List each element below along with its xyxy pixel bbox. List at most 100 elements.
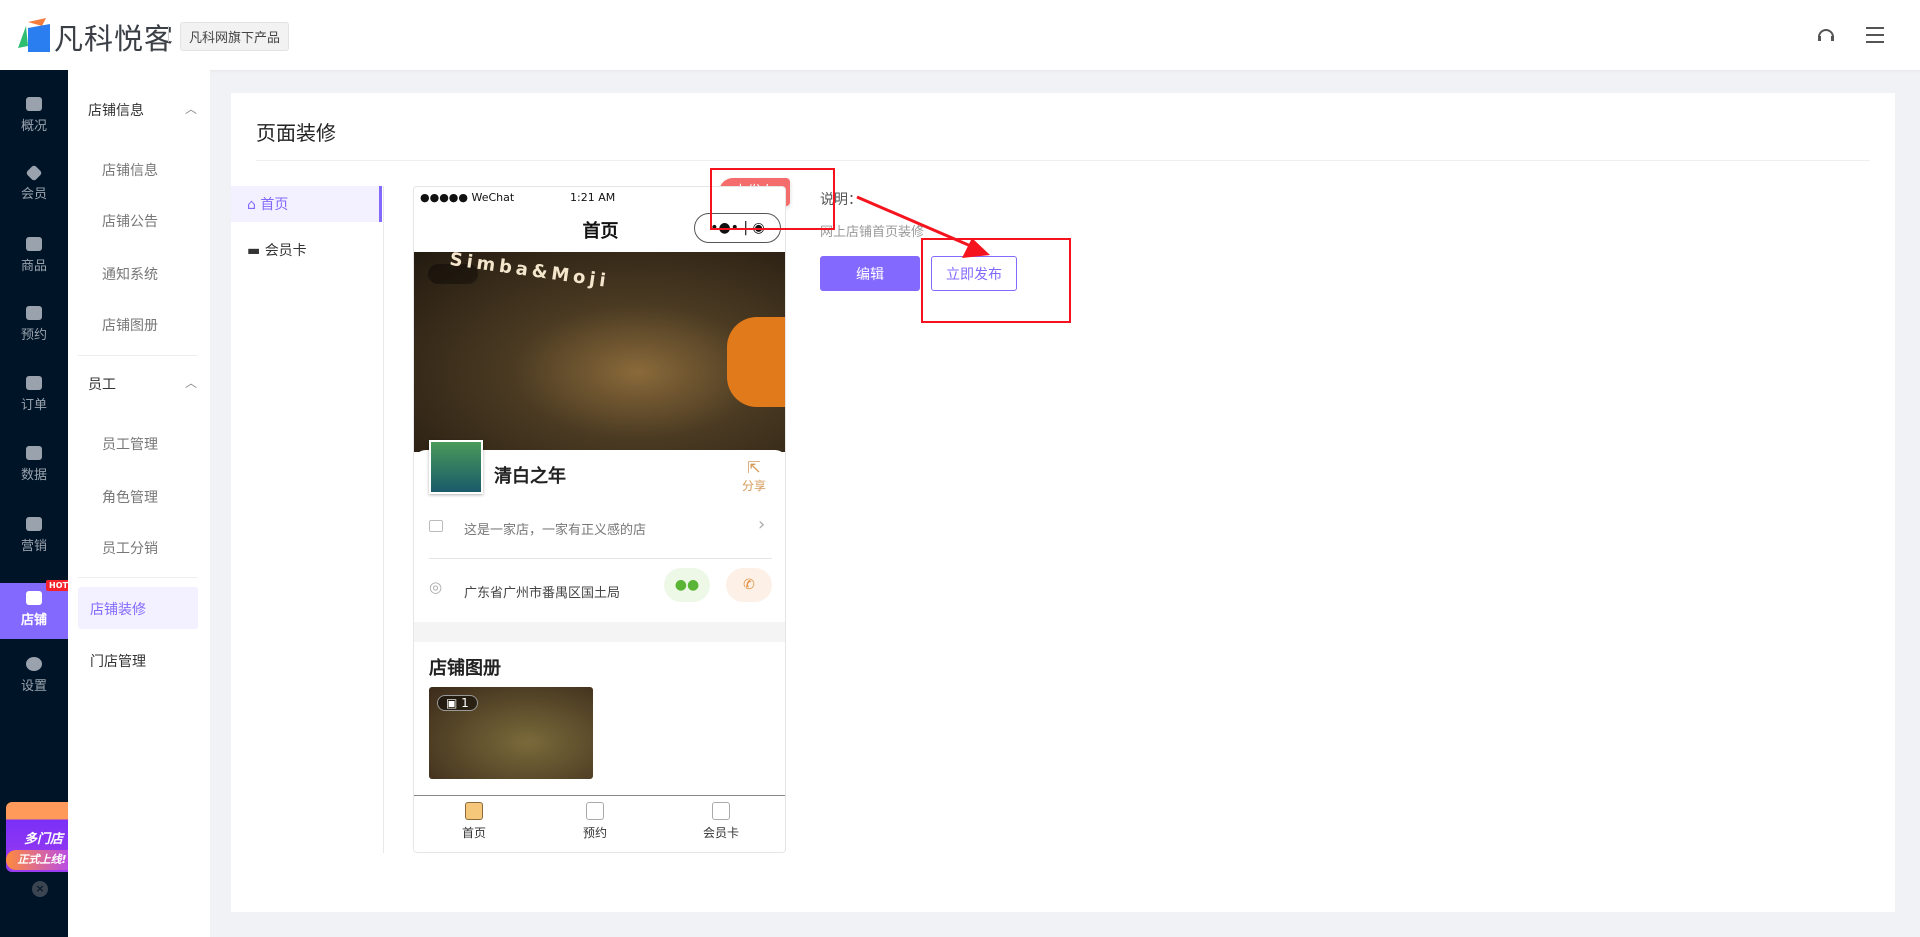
divider	[256, 160, 1870, 161]
close-icon[interactable]: ×	[32, 881, 48, 897]
calendar-check-icon	[586, 802, 604, 820]
share-button: ⇱ 分享	[742, 458, 766, 494]
promo-title: 多门店	[24, 832, 64, 847]
store-description: 这是一家店，一家有正义感的店	[464, 523, 647, 538]
page-title: 页面装修	[256, 121, 336, 145]
calendar-clock-icon	[26, 306, 42, 320]
divider	[78, 355, 198, 356]
nav-item-overview[interactable]: 概况	[0, 89, 68, 145]
phone-preview: ●●●●● WeChat 1:21 AM 首页 •●• | ◉ Simba&Moj…	[413, 186, 786, 853]
nav-label: 概况	[20, 119, 47, 134]
time: 1:21 AM	[570, 191, 616, 204]
store-icon	[429, 520, 443, 532]
location-icon: ◎	[429, 578, 443, 596]
annotation-box	[921, 238, 1071, 323]
card-icon: ▬	[247, 243, 265, 259]
image-icon: ▣	[446, 696, 462, 710]
nav-item-orders[interactable]: 订单	[0, 368, 68, 424]
submenu-item-store-management[interactable]: 门店管理	[90, 651, 146, 671]
phone-icon: ✆	[726, 568, 772, 602]
annotation-box	[710, 168, 835, 230]
card-icon	[712, 802, 730, 820]
submenu-item[interactable]: 店铺公告	[102, 211, 158, 231]
product-badge: 凡科网旗下产品	[180, 22, 290, 51]
store-address: 广东省广州市番禺区国土局	[464, 586, 621, 601]
tab-label: 预约	[582, 826, 607, 840]
banner-sign: Simba&Moji	[448, 248, 611, 293]
store-card: 清白之年 ⇱ 分享 这是一家店，一家有正义感的店 › ◎ 广东省广州市番禺区国土局…	[414, 440, 785, 625]
store-name: 清白之年	[494, 466, 566, 487]
submenu-item[interactable]: 店铺图册	[102, 315, 158, 335]
store-icon	[26, 591, 42, 605]
explain-text: 网上店铺首页装修	[820, 225, 925, 240]
chevron-right-icon: ›	[758, 514, 766, 535]
page-item-member-card[interactable]: ▬ 会员卡	[231, 232, 382, 268]
nav-item-data[interactable]: 数据	[0, 438, 68, 494]
diamond-icon	[25, 164, 43, 182]
top-header: 凡科悦客 凡科网旗下产品	[0, 0, 1920, 70]
page-label: 首页	[260, 197, 289, 213]
chevron-up-icon[interactable]: ︿	[185, 374, 197, 391]
submenu-item[interactable]: 员工分销	[102, 538, 158, 558]
submenu-group-staff[interactable]: 员工	[88, 374, 116, 394]
nav-label: 预约	[20, 328, 47, 343]
image-count: ▣ 1	[437, 695, 478, 711]
count: 1	[461, 696, 469, 710]
headset-icon[interactable]	[1815, 24, 1837, 46]
home-icon	[465, 802, 483, 820]
nav-label: 设置	[20, 679, 47, 694]
submenu-item[interactable]: 角色管理	[102, 487, 158, 507]
menu-icon[interactable]	[1864, 24, 1886, 46]
share-icon: ⇱	[747, 458, 761, 477]
page-item-home[interactable]: ⌂ 首页	[231, 186, 382, 222]
edit-button[interactable]: 编辑	[820, 256, 920, 291]
logo-icon	[18, 18, 50, 52]
nav-item-members[interactable]: 会员	[0, 159, 68, 215]
submenu-item[interactable]: 通知系统	[102, 264, 158, 284]
submenu-item[interactable]: 店铺信息	[102, 160, 158, 180]
divider	[168, 26, 169, 42]
nav-label: 会员	[20, 187, 47, 202]
tab-home: 首页	[434, 802, 514, 841]
phone-tab-bar: 首页 预约 会员卡	[414, 795, 785, 852]
tab-label: 首页	[461, 826, 486, 840]
box-icon	[26, 237, 42, 251]
share-label: 分享	[742, 479, 767, 493]
home-icon: ⌂	[247, 197, 261, 213]
divider	[383, 186, 384, 853]
nav-label: 营销	[20, 539, 47, 554]
tab-member-card: 会员卡	[681, 802, 761, 841]
carrier: ●●●●● WeChat	[420, 191, 515, 204]
bar-chart-icon	[26, 446, 42, 460]
clipboard-icon	[26, 376, 42, 390]
monitor-icon	[26, 97, 42, 111]
nav-item-booking[interactable]: 预约	[0, 298, 68, 354]
nav-item-store[interactable]: 店铺	[0, 583, 68, 639]
submenu-group-store-info[interactable]: 店铺信息	[88, 100, 144, 120]
submenu-item[interactable]: 员工管理	[102, 434, 158, 454]
section-gap	[414, 622, 785, 642]
submenu-item-store-decoration[interactable]: 店铺装修	[78, 587, 198, 629]
tab-label: 会员卡	[702, 826, 739, 840]
store-banner-image: Simba&Moji	[414, 248, 785, 452]
gear-icon	[26, 657, 42, 671]
album-title: 店铺图册	[429, 658, 501, 679]
nav-label: 数据	[20, 468, 47, 483]
album-image: ▣ 1	[429, 687, 593, 779]
brand-name: 凡科悦客	[54, 22, 175, 56]
divider	[78, 577, 198, 578]
wechat-icon: ●●	[664, 568, 710, 602]
megaphone-icon	[26, 517, 42, 531]
nav-label: 订单	[20, 398, 47, 413]
tab-booking: 预约	[555, 802, 635, 841]
page-label: 会员卡	[264, 243, 307, 259]
nav-item-goods[interactable]: 商品	[0, 229, 68, 285]
nav-label: 商品	[20, 259, 47, 274]
sub-menu: 店铺信息 ︿ 店铺信息 店铺公告 通知系统 店铺图册 员工 ︿ 员工管理 角色管…	[68, 70, 210, 937]
nav-item-marketing[interactable]: 营销	[0, 509, 68, 565]
store-avatar	[429, 440, 483, 494]
nav-label: 店铺	[20, 613, 47, 628]
divider	[429, 558, 772, 559]
chevron-up-icon[interactable]: ︿	[185, 100, 197, 117]
nav-item-settings[interactable]: 设置	[0, 649, 68, 705]
